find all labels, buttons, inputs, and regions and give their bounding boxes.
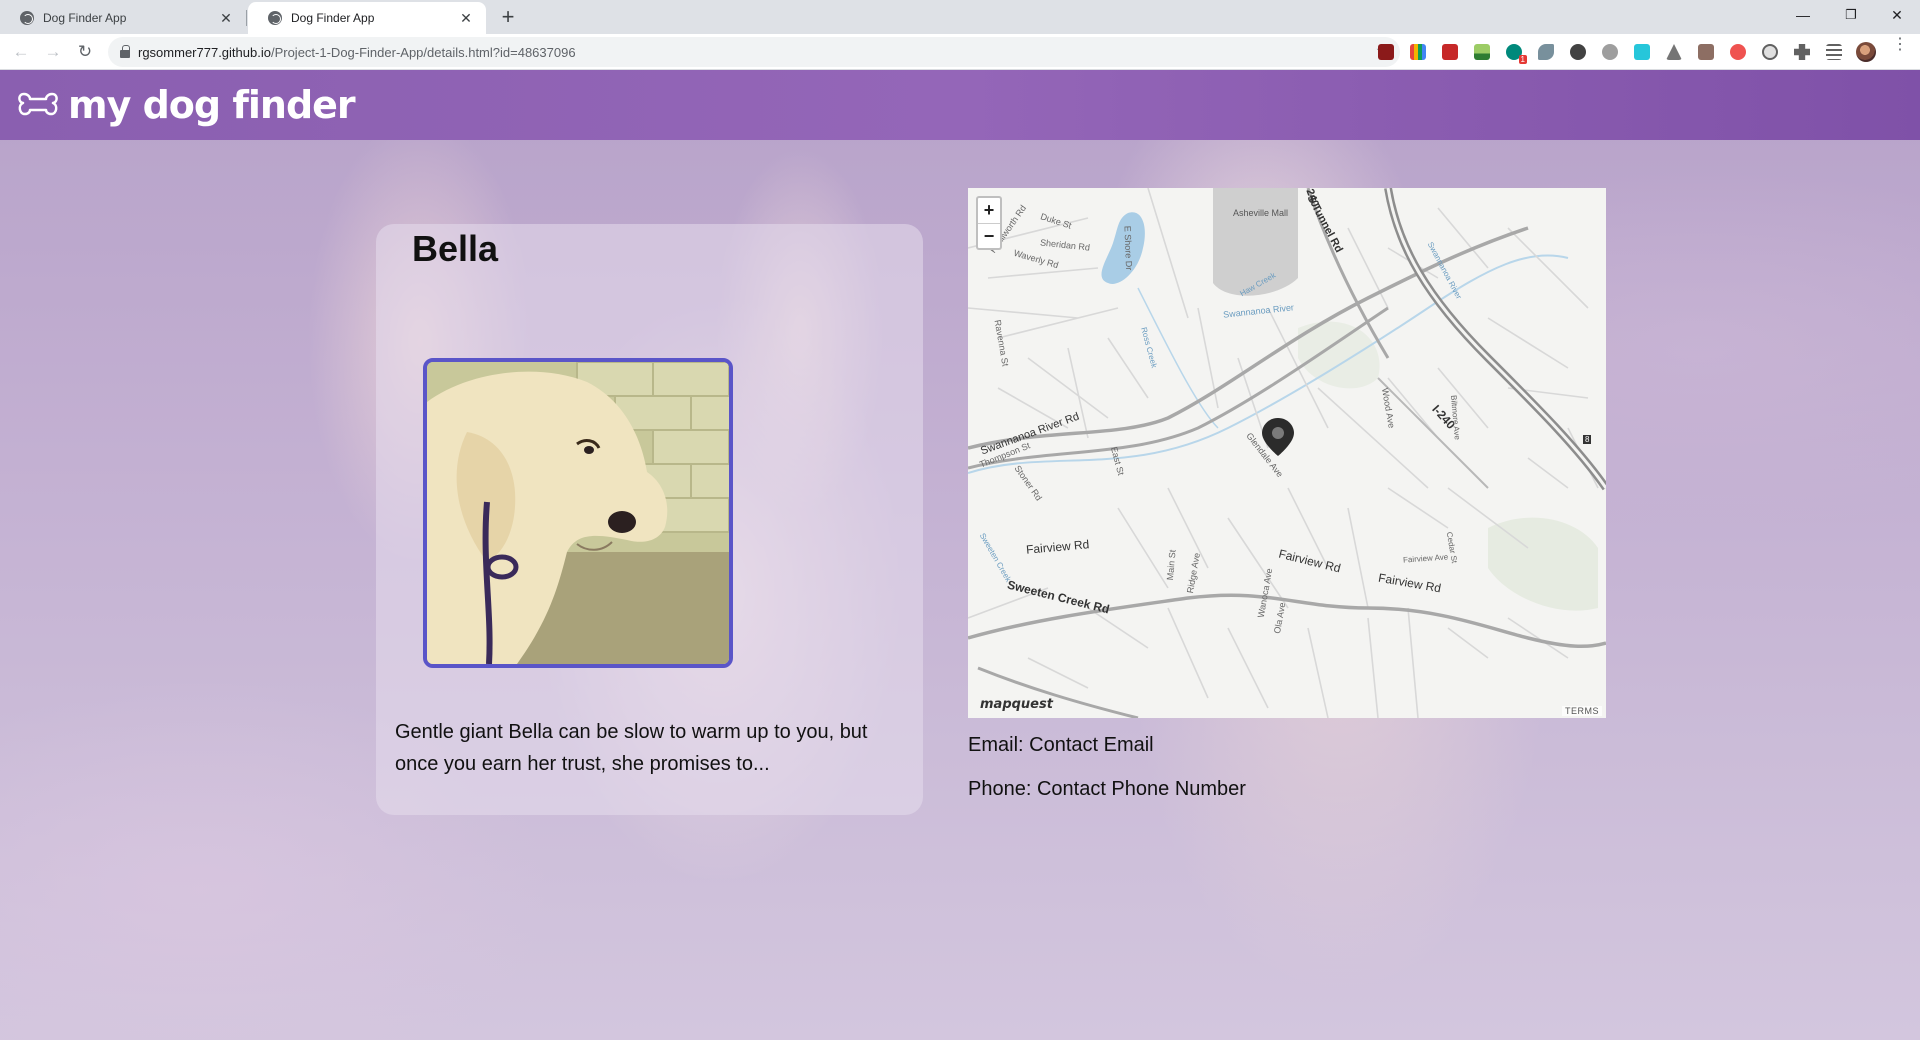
drive-icon[interactable] [1666, 44, 1682, 60]
profile-avatar[interactable] [1856, 42, 1876, 62]
zoom-in-button[interactable]: + [978, 198, 1000, 223]
browser-tab[interactable]: Dog Finder App ✕ [0, 2, 246, 34]
restore-button[interactable]: ❐ [1828, 0, 1874, 30]
globe-icon [268, 11, 282, 25]
more-menu-icon[interactable]: ⋮ [1892, 37, 1908, 53]
github-icon[interactable] [1602, 44, 1618, 60]
tab-title: Dog Finder App [43, 11, 127, 25]
extension-badge: 1 [1518, 55, 1527, 64]
contact-email: Email: Contact Email [968, 734, 1154, 756]
map-tiles [968, 188, 1606, 718]
browser-tab-active[interactable]: Dog Finder App ✕ [248, 2, 486, 34]
map-poi-label: Asheville Mall [1233, 208, 1289, 218]
globe-icon [20, 11, 34, 25]
cast-extension-icon[interactable] [1730, 44, 1746, 60]
apps-grid-icon[interactable] [1410, 44, 1426, 60]
reading-list-icon[interactable] [1826, 44, 1842, 60]
contact-phone: Phone: Contact Phone Number [968, 778, 1246, 800]
forward-arrow-icon[interactable]: → [40, 39, 66, 65]
close-tab-icon[interactable]: ✕ [218, 10, 234, 27]
back-arrow-icon[interactable]: ← [8, 39, 34, 65]
grammarly-icon[interactable]: 1 [1506, 44, 1527, 64]
close-window-button[interactable]: ✕ [1874, 0, 1920, 30]
page-viewport: my dog finder Bella Gentle giant Bella c… [0, 70, 1920, 1040]
puzzle-icon[interactable] [1794, 44, 1810, 60]
dog-name: Bella [412, 228, 499, 269]
dog-photo-image [427, 362, 729, 664]
zoom-out-button[interactable]: − [978, 223, 1000, 248]
screenshot-icon[interactable] [1698, 44, 1714, 60]
address-bar[interactable]: rgsommer777.github.io/Project-1-Dog-Find… [108, 37, 1400, 67]
map-road-label: 8 [1583, 435, 1592, 444]
url-host: rgsommer777.github.io [138, 44, 271, 60]
url-text: rgsommer777.github.io/Project-1-Dog-Find… [138, 45, 576, 60]
browser-toolbar: ← → ↻ rgsommer777.github.io/Project-1-Do… [0, 34, 1920, 70]
map-zoom-control: + − [976, 196, 1002, 250]
site-navbar: my dog finder [0, 70, 1920, 140]
reload-icon[interactable]: ↻ [72, 39, 98, 65]
dog-description: Gentle giant Bella can be slow to warm u… [395, 721, 868, 775]
background-dog-photo [0, 70, 1920, 1040]
mapquest-logo[interactable]: mapquest [980, 697, 1053, 712]
site-brand[interactable]: my dog finder [68, 83, 356, 127]
new-tab-button[interactable]: + [496, 5, 520, 29]
rocket-icon[interactable] [1538, 44, 1554, 60]
pdf-extension-icon[interactable] [1378, 44, 1394, 60]
dog-bone-icon[interactable] [16, 88, 60, 122]
location-map[interactable]: Asheville Mall S Tunnel Rd Duke St Kenil… [968, 188, 1606, 718]
map-road-label: E Shore Dr [1122, 225, 1135, 271]
minimize-button[interactable]: — [1780, 0, 1826, 30]
tab-separator [246, 10, 247, 26]
smiley-icon[interactable] [1762, 44, 1778, 60]
s-extension-icon[interactable] [1634, 44, 1650, 60]
dog-photo [423, 358, 733, 668]
chart-extension-icon[interactable] [1474, 44, 1490, 60]
tab-title: Dog Finder App [291, 11, 375, 25]
map-terms-link[interactable]: TERMS [1562, 706, 1602, 716]
extension-circle-icon[interactable] [1570, 44, 1586, 60]
browser-tab-strip: Dog Finder App ✕ Dog Finder App ✕ + — ❐ … [0, 0, 1920, 34]
lock-icon [120, 45, 130, 58]
close-tab-icon[interactable]: ✕ [458, 10, 474, 27]
dog-details-card: Bella Gentle giant Bella can be slow to … [376, 224, 923, 815]
url-path: /Project-1-Dog-Finder-App/details.html?i… [270, 44, 576, 60]
extension-icon[interactable] [1442, 44, 1458, 60]
